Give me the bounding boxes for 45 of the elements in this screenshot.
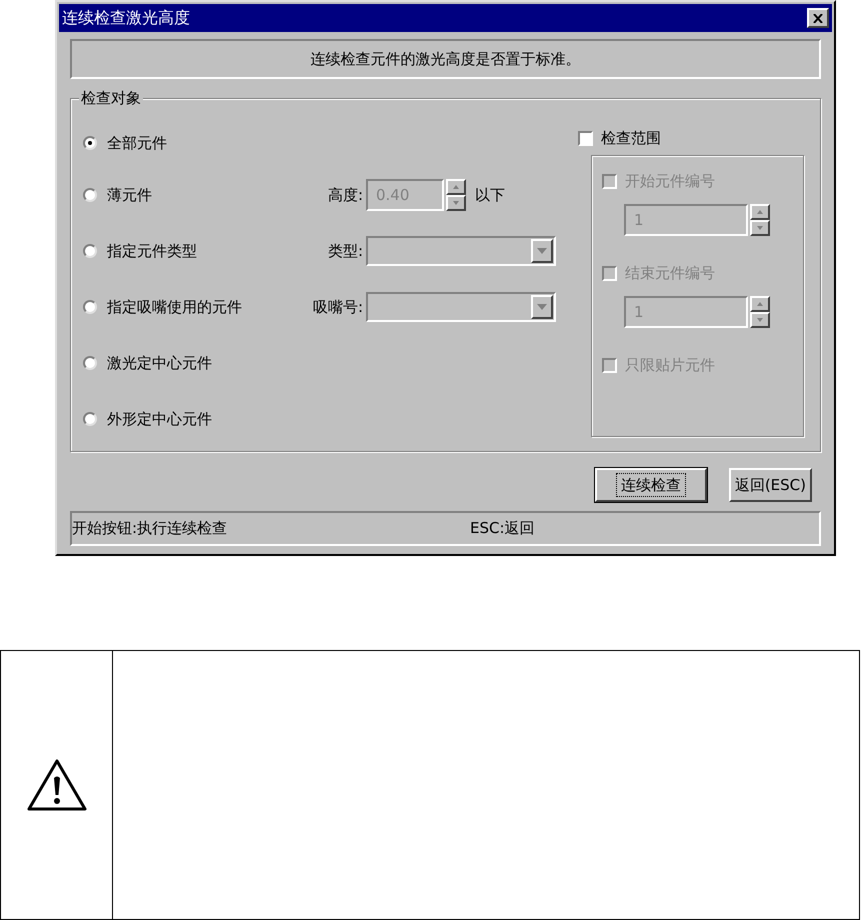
radio-button[interactable] — [83, 136, 97, 150]
radio-button[interactable] — [83, 300, 97, 314]
close-button[interactable] — [807, 8, 829, 28]
field-label: 高度: — [326, 184, 363, 206]
down-arrow-icon — [757, 318, 763, 322]
spin-up-button[interactable] — [750, 204, 770, 220]
dropdown-arrow-icon — [537, 248, 547, 254]
checkbox[interactable] — [578, 130, 593, 146]
status-text: ESC:返回 — [470, 518, 535, 540]
spin-down-button[interactable] — [750, 220, 770, 236]
dialog-button[interactable]: 返回(ESC) — [728, 468, 812, 502]
radio-label: 激光定中心元件 — [107, 352, 212, 374]
radio-label: 薄元件 — [107, 184, 152, 206]
checkbox-label: 结束元件编号 — [625, 262, 715, 284]
field-label: 吸嘴号: — [312, 296, 363, 318]
field-label: 类型: — [326, 240, 363, 262]
radio-button[interactable] — [83, 244, 97, 258]
radio-label: 全部元件 — [107, 132, 167, 154]
unit-label: 以下 — [475, 184, 505, 206]
radio-label: 指定吸嘴使用的元件 — [107, 296, 242, 318]
close-icon — [813, 14, 823, 22]
radio-button[interactable] — [83, 412, 97, 426]
checkbox-label: 检查范围 — [601, 128, 661, 149]
window-title: 连续检查激光高度 — [62, 7, 190, 29]
down-arrow-icon — [453, 201, 459, 205]
radio-label: 指定元件类型 — [107, 240, 197, 262]
spin-up-button[interactable] — [446, 179, 466, 195]
description-text: 连续检查元件的激光高度是否置于标准。 — [310, 48, 580, 70]
up-arrow-icon — [453, 185, 459, 189]
radio-label: 外形定中心元件 — [107, 408, 212, 430]
radio-button[interactable] — [83, 356, 97, 370]
dropdown-arrow-icon — [537, 304, 547, 310]
checkbox-label: 只限贴片元件 — [625, 354, 715, 376]
spin-up-button[interactable] — [750, 296, 770, 312]
checkbox-label: 开始元件编号 — [625, 170, 715, 192]
dialog-button[interactable]: 连续检查 — [594, 468, 707, 502]
group-title: 检查对象 — [79, 88, 143, 108]
up-arrow-icon — [757, 302, 763, 306]
down-arrow-icon — [757, 226, 763, 230]
spin-down-button[interactable] — [750, 312, 770, 328]
spin-down-button[interactable] — [446, 195, 466, 211]
up-arrow-icon — [757, 210, 763, 214]
warning-icon — [26, 758, 88, 812]
status-text: 开始按钮:执行连续检查 — [72, 518, 228, 540]
radio-button[interactable] — [83, 188, 97, 202]
